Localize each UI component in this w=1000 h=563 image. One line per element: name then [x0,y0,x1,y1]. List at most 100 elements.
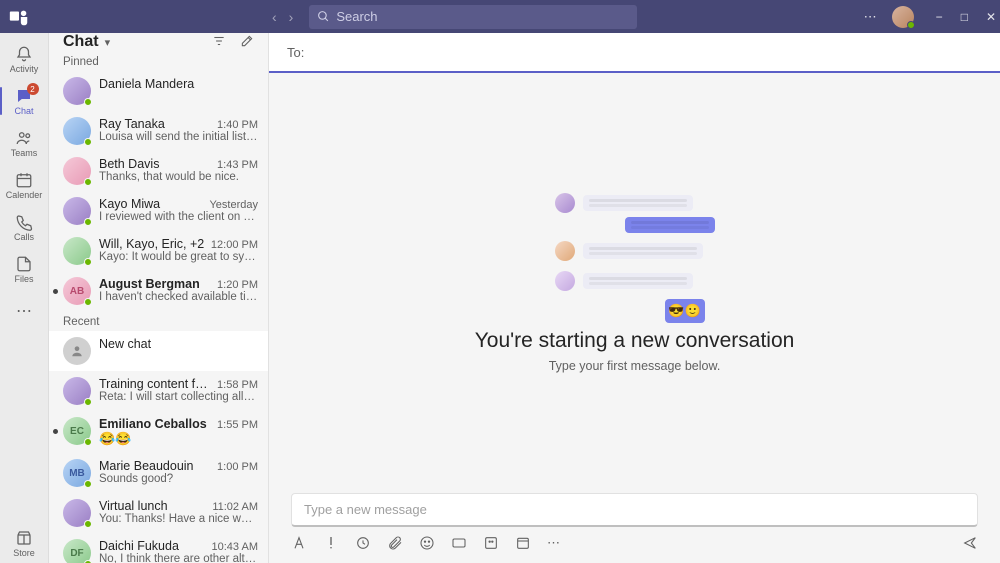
chat-list-item[interactable]: Training content for Photon… 1:58 PMReta:… [49,371,268,411]
chat-avatar [63,157,91,185]
chat-time: 12:00 PM [211,239,258,251]
appbar-calendar[interactable]: Calender [0,165,49,205]
filter-icon[interactable] [212,34,226,51]
empty-state: 😎🙂 You're starting a new conversation Ty… [269,73,1000,493]
chat-name: August Bergman [99,277,213,291]
more-actions-icon[interactable]: ⋯ [547,535,561,551]
chat-time: 1:20 PM [217,279,258,291]
chat-avatar: MB [63,459,91,487]
chat-list-item[interactable]: AB August Bergman 1:20 PMI haven't checked… [49,271,268,311]
unread-dot [53,429,58,434]
to-label: To: [287,45,304,60]
message-input[interactable]: Type a new message [291,493,978,527]
chat-preview: 😂😂 [99,431,258,447]
appbar-files[interactable]: Files [0,249,49,289]
unread-dot [53,289,58,294]
attach-icon[interactable] [387,535,403,551]
chat-name: Kayo Miwa [99,197,205,211]
chat-badge: 2 [27,83,39,95]
chat-name: Beth Davis [99,157,213,171]
chat-name: Daniela Mandera [99,77,258,91]
chat-preview: Kayo: It would be great to sync with… [99,251,258,263]
chat-list-item[interactable]: Will, Kayo, Eric, +2 12:00 PMKayo: It wou… [49,231,268,271]
chat-name: Marie Beaudouin [99,459,213,473]
chat-time: 1:43 PM [217,159,258,171]
chat-list-item[interactable]: Virtual lunch 11:02 AMYou: Thanks! Have a… [49,493,268,533]
chat-name: Virtual lunch [99,499,208,513]
section-recent: Recent [49,311,268,331]
emoji-icon[interactable] [419,535,435,551]
section-pinned: Pinned [49,51,268,71]
to-field[interactable]: To: [269,33,1000,73]
chat-preview: I haven't checked available times yet [99,291,258,303]
chat-list-item[interactable]: MB Marie Beaudouin 1:00 PMSounds good? [49,453,268,493]
chat-avatar [63,117,91,145]
chat-list-item[interactable]: EC Emiliano Ceballos 1:55 PM😂😂 [49,411,268,453]
window-minimize-icon[interactable]: − [936,10,943,24]
chat-name: Emiliano Ceballos [99,417,213,431]
chatlist-title: Chat [63,33,99,51]
chat-time: 10:43 AM [212,541,258,553]
nav-forward-icon[interactable]: › [289,9,294,25]
sticker-icon[interactable] [483,535,499,551]
window-maximize-icon[interactable]: □ [961,10,968,24]
search-input[interactable]: Search [309,5,637,29]
chat-list-item[interactable]: DF Daichi Fukuda 10:43 AMNo, I think there… [49,533,268,563]
chat-avatar [63,237,91,265]
current-user-avatar[interactable] [892,6,914,28]
chat-preview: You: Thanks! Have a nice weekend [99,513,258,525]
chat-preview: Sounds good? [99,473,258,485]
chat-avatar [63,77,91,105]
nav-back-icon[interactable]: ‹ [272,9,277,25]
new-chat-row[interactable]: New chat [49,331,268,371]
chat-time: 11:02 AM [212,501,258,513]
chat-time: 1:55 PM [217,419,258,431]
chat-list-item[interactable]: Ray Tanaka1:40 PMLouisa will send the in… [49,111,268,151]
chat-time: 1:40 PM [217,119,258,131]
empty-subtitle: Type your first message below. [549,359,721,373]
chat-time: 1:58 PM [217,379,258,391]
chat-preview: Thanks, that would be nice. [99,171,258,183]
composer-placeholder: Type a new message [304,502,427,517]
schedule-icon[interactable] [515,535,531,551]
teams-logo-icon [8,6,30,28]
chat-name: Ray Tanaka [99,117,213,131]
search-placeholder: Search [336,9,377,24]
chat-time: Yesterday [209,199,258,211]
chat-list-panel: Chat ▾ Pinned Daniela Mandera Ray Tanaka 1… [49,33,269,563]
chat-list-item[interactable]: Kayo Miwa YesterdayI reviewed with the cl… [49,191,268,231]
chevron-down-icon[interactable]: ▾ [105,36,111,49]
priority-icon[interactable] [323,535,339,551]
chat-avatar [63,377,91,405]
person-icon [63,337,91,365]
chat-name: Will, Kayo, Eric, +2 [99,237,207,251]
chat-time: 1:00 PM [217,461,258,473]
chat-list-item[interactable]: Beth Davis 1:43 PMThanks, that would be n… [49,151,268,191]
appbar-chat[interactable]: Chat 2 [0,81,49,121]
chat-list-item[interactable]: Daniela Mandera [49,71,268,111]
chat-name: Daichi Fukuda [99,539,208,553]
appbar-store[interactable]: Store [0,523,49,563]
appbar-calls[interactable]: Calls [0,207,49,247]
chat-avatar: EC [63,417,91,445]
chat-preview: Reta: I will start collecting all the do… [99,391,258,403]
chat-name: Training content for Photon… [99,377,213,391]
chat-avatar: AB [63,277,91,305]
send-icon[interactable] [962,535,978,551]
loop-icon[interactable] [355,535,371,551]
chat-preview: No, I think there are other alternatives… [99,553,258,563]
appbar-more-icon[interactable]: ⋯ [16,301,32,321]
format-icon[interactable] [291,535,307,551]
compose-icon[interactable] [240,34,254,51]
chat-preview: I reviewed with the client on Tuesda… [99,211,258,223]
window-close-icon[interactable]: ✕ [986,10,996,24]
more-icon[interactable]: ⋯ [864,9,878,25]
appbar-teams[interactable]: Teams [0,123,49,163]
appbar-activity[interactable]: Activity [0,39,49,79]
gif-icon[interactable] [451,535,467,551]
chat-avatar [63,197,91,225]
empty-title: You're starting a new conversation [475,329,795,353]
chat-avatar: DF [63,539,91,563]
chat-avatar [63,499,91,527]
conversation-illustration: 😎🙂 [545,193,725,323]
